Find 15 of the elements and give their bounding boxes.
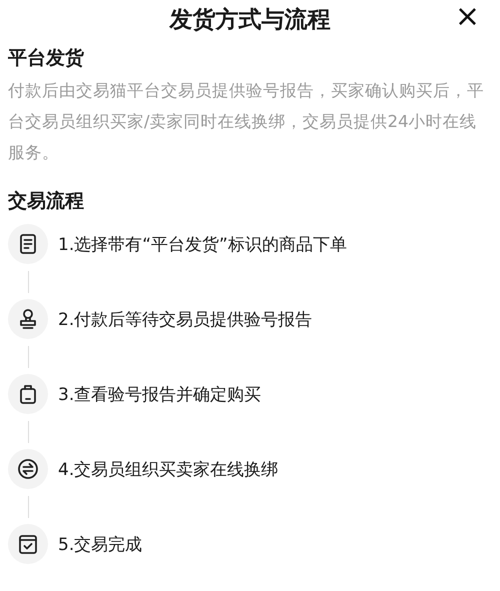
exchange-icon — [18, 459, 38, 479]
bag-icon — [20, 385, 36, 404]
step-text: 5.交易完成 — [58, 534, 142, 556]
document-icon — [20, 234, 36, 254]
dialog-title: 发货方式与流程 — [170, 6, 330, 34]
description-text: 付款后由交易猫平台交易员提供验号报告，买家确认购买后，平台交易员组织买家/卖家同时在线换绑，交易员提供24小时在线服务。 — [7, 80, 485, 164]
section-heading: 平台发货 — [7, 46, 85, 71]
stamp-icon — [20, 309, 36, 329]
calendar-check-icon — [19, 535, 37, 554]
section-heading: 交易流程 — [7, 189, 85, 214]
step-text: 2.付款后等待交易员提供验号报告 — [58, 308, 312, 330]
step-text: 3.查看验号报告并确定购买 — [58, 384, 262, 406]
close-button[interactable]: × — [450, 0, 484, 34]
step-text: 1.选择带有“平台发货”标识的商品下单 — [58, 234, 347, 256]
step-text: 4.交易员组织买卖家在线换绑 — [58, 458, 278, 480]
